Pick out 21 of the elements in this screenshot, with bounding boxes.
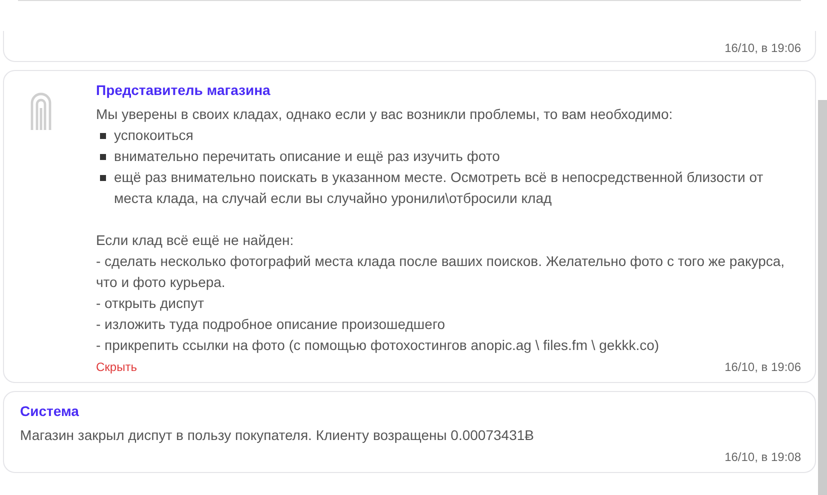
hide-link[interactable]: Скрыть — [96, 360, 137, 374]
bullet-icon — [100, 133, 106, 139]
author-name: Представитель магазина — [96, 82, 272, 98]
message-text: - прикрепить ссылки на фото (с помощью фотохостингов anopic.ag \ files.fm \ gekkk.co) — [96, 336, 660, 355]
message-text: внимательно перечитать описание и ещё раз изучить фото — [114, 147, 500, 166]
message-text: Магазин закрыл диспут в пользу покупателя. Клиенту возращены 0.00073431Ƀ — [20, 426, 535, 445]
message-time: 16/10, в 19:06 — [724, 41, 801, 55]
message-time: 16/10, в 19:06 — [724, 360, 801, 374]
shop-logo-icon — [30, 92, 52, 130]
scrollbar[interactable] — [818, 100, 827, 495]
message-text: Если клад всё ещё не найден: — [96, 231, 295, 250]
message-text: Мы уверены в своих кладах, однако если у вас возникли проблемы, то вам необходимо: — [96, 105, 674, 124]
message-text: успокоиться — [114, 126, 194, 145]
message-time: 16/10, в 19:08 — [724, 450, 801, 464]
message-text: - открыть диспут — [96, 294, 205, 313]
bullet-icon — [100, 154, 106, 160]
message-text: - изложить туда подробное описание произошедшего — [96, 315, 446, 334]
message-text: ещё раз внимательно поискать в указанном месте. Осмотреть всё в непосредственной близости от места клада, на случай если вы случайно уронили\отбросили клад — [114, 168, 764, 208]
bullet-icon — [100, 175, 106, 181]
author-name: Система — [20, 403, 80, 419]
message-text: - сделать несколько фотографий места клада после ваших поисков. Желательно фото с того же ракурса, что и фото курьера. — [96, 252, 786, 292]
